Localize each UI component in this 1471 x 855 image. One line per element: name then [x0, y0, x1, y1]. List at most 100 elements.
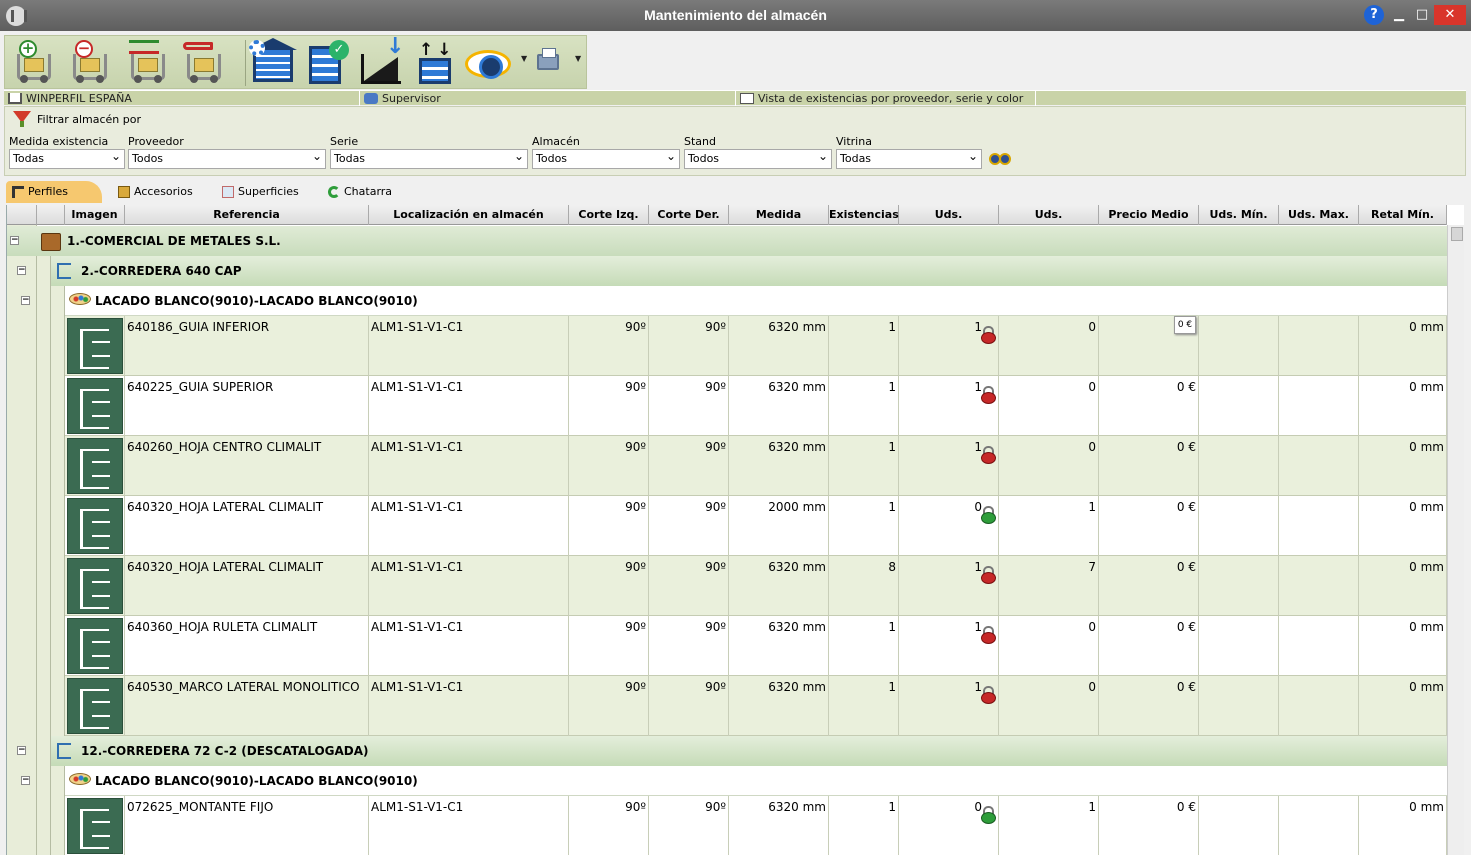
view-dropdown-icon[interactable]: ▼: [521, 54, 527, 63]
table-row[interactable]: 640186_GUIA INFERIOR ALM1-S1-V1-C1 90º 90º 6…: [65, 316, 1447, 376]
cell-medida[interactable]: 6320 mm: [729, 316, 829, 376]
help-button[interactable]: ?: [1364, 5, 1384, 25]
unlocked-icon[interactable]: [981, 506, 996, 524]
header-imagen[interactable]: Imagen: [65, 205, 125, 225]
cell-cd[interactable]: 90º: [649, 676, 729, 736]
cell-disp[interactable]: 1: [999, 496, 1099, 556]
warehouse-config-button[interactable]: [249, 38, 297, 86]
cell-min[interactable]: [1199, 376, 1279, 436]
cell-min[interactable]: [1199, 436, 1279, 496]
cell-loc[interactable]: ALM1-S1-V1-C1: [369, 676, 569, 736]
cell-cd[interactable]: 90º: [649, 796, 729, 855]
header-uds-max[interactable]: Uds. Max.: [1279, 205, 1359, 225]
cell-medida[interactable]: 6320 mm: [729, 796, 829, 855]
tab-perfiles[interactable]: Perfiles: [6, 181, 102, 203]
cell-ci[interactable]: 90º: [569, 436, 649, 496]
remove-stock-button[interactable]: −: [67, 40, 115, 86]
cell-cd[interactable]: 90º: [649, 496, 729, 556]
cell-loc[interactable]: ALM1-S1-V1-C1: [369, 556, 569, 616]
cell-disp[interactable]: 0: [999, 376, 1099, 436]
cell-precio[interactable]: 0 €: [1099, 496, 1199, 556]
header-bloqueadas[interactable]: Uds. Bloqueadas: [899, 205, 999, 241]
stock-chart-button[interactable]: [357, 34, 405, 86]
cell-retal[interactable]: 0 mm: [1359, 316, 1447, 376]
cell-disp[interactable]: 0: [999, 436, 1099, 496]
minimize-button[interactable]: ▁: [1388, 5, 1410, 25]
cell-max[interactable]: [1279, 496, 1359, 556]
table-row[interactable]: 640225_GUIA SUPERIOR ALM1-S1-V1-C1 90º 90º 6…: [65, 376, 1447, 436]
cell-disp[interactable]: 0: [999, 616, 1099, 676]
header-medida[interactable]: Medida: [729, 205, 829, 225]
cell-max[interactable]: [1279, 556, 1359, 616]
collapse-icon[interactable]: −: [10, 236, 19, 245]
cell-max[interactable]: [1279, 796, 1359, 855]
cell-cd[interactable]: 90º: [649, 436, 729, 496]
table-row[interactable]: 640530_MARCO LATERAL MONOLITICO ALM1-S1-V…: [65, 676, 1447, 736]
cell-exist[interactable]: 1: [829, 676, 899, 736]
cell-bloq[interactable]: 1: [899, 316, 999, 376]
cell-disp[interactable]: 1: [999, 796, 1099, 855]
print-dropdown-icon[interactable]: ▼: [575, 54, 581, 63]
cell-medida[interactable]: 6320 mm: [729, 556, 829, 616]
cell-min[interactable]: [1199, 496, 1279, 556]
reserve-stock-button[interactable]: [181, 40, 229, 86]
cell-medida[interactable]: 6320 mm: [729, 436, 829, 496]
cell-retal[interactable]: 0 mm: [1359, 496, 1447, 556]
cell-precio[interactable]: 0 €: [1099, 616, 1199, 676]
tab-accesorios[interactable]: Accesorios: [112, 181, 212, 203]
view-button[interactable]: [465, 40, 513, 86]
cell-loc[interactable]: ALM1-S1-V1-C1: [369, 436, 569, 496]
cell-max[interactable]: [1279, 616, 1359, 676]
cell-ci[interactable]: 90º: [569, 796, 649, 855]
cell-cd[interactable]: 90º: [649, 616, 729, 676]
tab-superficies[interactable]: Superficies: [216, 181, 316, 203]
maximize-button[interactable]: □: [1411, 5, 1433, 25]
cell-exist[interactable]: 1: [829, 796, 899, 855]
cell-cd[interactable]: 90º: [649, 556, 729, 616]
cell-ref[interactable]: 072625_MONTANTE FIJO: [125, 796, 369, 855]
cell-retal[interactable]: 0 mm: [1359, 616, 1447, 676]
cell-exist[interactable]: 8: [829, 556, 899, 616]
cell-bloq[interactable]: 0: [899, 796, 999, 855]
cell-cd[interactable]: 90º: [649, 316, 729, 376]
cell-cd[interactable]: 90º: [649, 376, 729, 436]
medida-select[interactable]: Todas: [9, 147, 125, 169]
cell-disp[interactable]: 0: [999, 316, 1099, 376]
cell-retal[interactable]: 0 mm: [1359, 796, 1447, 855]
cell-retal[interactable]: 0 mm: [1359, 556, 1447, 616]
cell-ci[interactable]: 90º: [569, 616, 649, 676]
cell-ref[interactable]: 640530_MARCO LATERAL MONOLITICO: [125, 676, 369, 736]
cell-ci[interactable]: 90º: [569, 316, 649, 376]
cell-bloq[interactable]: 1: [899, 556, 999, 616]
cell-min[interactable]: [1199, 616, 1279, 676]
validate-list-button[interactable]: ✓: [303, 40, 351, 86]
transfer-stock-button[interactable]: [125, 40, 173, 86]
cell-retal[interactable]: 0 mm: [1359, 376, 1447, 436]
cell-exist[interactable]: 1: [829, 616, 899, 676]
almacen-select[interactable]: Todos: [532, 147, 680, 169]
group-series-640[interactable]: − 2.-CORREDERA 640 CAP: [17, 256, 1447, 286]
cell-ci[interactable]: 90º: [569, 376, 649, 436]
cell-disp[interactable]: 7: [999, 556, 1099, 616]
add-stock-button[interactable]: +: [11, 40, 59, 86]
binoculars-icon[interactable]: [987, 149, 1015, 169]
collapse-icon[interactable]: −: [17, 746, 26, 755]
cell-precio[interactable]: 0 €: [1099, 676, 1199, 736]
locked-icon[interactable]: [981, 686, 996, 704]
table-row[interactable]: 640260_HOJA CENTRO CLIMALIT ALM1-S1-V1-C1…: [65, 436, 1447, 496]
cell-loc[interactable]: ALM1-S1-V1-C1: [369, 316, 569, 376]
cell-bloq[interactable]: 1: [899, 376, 999, 436]
cell-precio[interactable]: 0 €: [1099, 376, 1199, 436]
cell-exist[interactable]: 1: [829, 376, 899, 436]
cell-loc[interactable]: ALM1-S1-V1-C1: [369, 796, 569, 855]
cell-bloq[interactable]: 0: [899, 496, 999, 556]
locked-icon[interactable]: [981, 386, 996, 404]
header-corte-izq[interactable]: Corte Izq.: [569, 205, 649, 225]
cell-ci[interactable]: 90º: [569, 496, 649, 556]
header-retal-min[interactable]: Retal Mín.: [1359, 205, 1447, 225]
header-precio-medio[interactable]: Precio Medio: [1099, 205, 1199, 225]
collapse-icon[interactable]: −: [21, 776, 30, 785]
header-disponibles[interactable]: Uds. Disponibles: [999, 205, 1099, 241]
cell-ref[interactable]: 640225_GUIA SUPERIOR: [125, 376, 369, 436]
update-stock-button[interactable]: ↑↓: [411, 40, 459, 86]
